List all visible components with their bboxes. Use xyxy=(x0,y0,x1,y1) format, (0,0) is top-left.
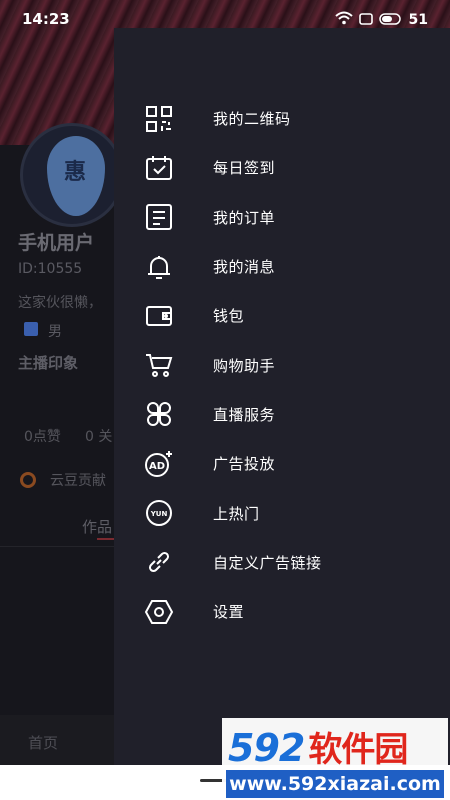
cart-icon xyxy=(144,350,174,380)
drawer-item-settings[interactable]: 设置 xyxy=(114,587,450,636)
likes-count: 0点赞 xyxy=(24,429,61,445)
status-bar: 14:23 51 xyxy=(0,0,450,36)
battery-icon xyxy=(378,10,403,29)
contribution-label: 云豆贡献 xyxy=(50,473,106,489)
settings-icon xyxy=(144,597,174,627)
profile-username: 手机用户 xyxy=(18,232,95,254)
drawer-item-custom-ad-link[interactable]: 自定义广告链接 xyxy=(114,538,450,587)
avatar-character: 惠 xyxy=(63,160,86,185)
tab-works[interactable]: 作品 xyxy=(82,516,112,537)
drawer-item-checkin[interactable]: 每日签到 xyxy=(114,143,450,192)
watermark-url-box: www.592xiazai.com xyxy=(226,770,444,798)
drawer-item-label: 广告投放 xyxy=(213,455,276,474)
qrcode-icon xyxy=(144,104,174,134)
gender-icon xyxy=(24,322,38,336)
link-icon xyxy=(144,547,174,577)
impression-title: 主播印象 xyxy=(18,354,79,372)
profile-signature: 这家伙很懒， xyxy=(18,295,102,311)
drawer-item-hot[interactable]: YUN 上热门 xyxy=(114,488,450,537)
drawer-item-ads[interactable]: AD 广告投放 xyxy=(114,439,450,488)
tab-works-indicator xyxy=(97,538,114,540)
watermark-url: www.592xiazai.com xyxy=(229,773,441,795)
drawer-item-label: 上热门 xyxy=(213,504,260,523)
clover-icon xyxy=(144,399,174,429)
drawer-item-orders[interactable]: 我的订单 xyxy=(114,193,450,242)
side-drawer: 我的二维码 每日签到 我的订单 我的消息 钱包 购物助手 直播服务 AD 广告投… xyxy=(114,28,450,765)
calendar-check-icon xyxy=(144,153,174,183)
status-icons: 51 xyxy=(334,10,428,29)
tab-home[interactable]: 首页 xyxy=(28,732,58,753)
drawer-item-label: 每日签到 xyxy=(213,159,276,178)
wallet-icon xyxy=(144,301,174,331)
watermark-name: 软件园 xyxy=(308,730,408,770)
drawer-item-wallet[interactable]: 钱包 xyxy=(114,291,450,340)
drawer-item-label: 直播服务 xyxy=(213,405,276,424)
drawer-menu-list: 我的二维码 每日签到 我的订单 我的消息 钱包 购物助手 直播服务 AD 广告投… xyxy=(114,94,450,636)
svg-text:AD: AD xyxy=(149,461,165,472)
follow-count: 0 关 xyxy=(85,429,113,445)
drawer-item-label: 钱包 xyxy=(213,307,245,326)
contribution-icon xyxy=(20,472,36,488)
drawer-item-label: 我的订单 xyxy=(213,208,276,227)
drawer-item-label: 我的二维码 xyxy=(213,110,291,129)
profile-user-id: ID:10555 xyxy=(18,261,83,277)
drawer-item-messages[interactable]: 我的消息 xyxy=(114,242,450,291)
battery-level: 51 xyxy=(408,11,428,28)
drawer-item-live-service[interactable]: 直播服务 xyxy=(114,390,450,439)
sim-icon xyxy=(358,10,373,29)
avatar[interactable]: 惠 xyxy=(20,123,124,227)
bell-icon xyxy=(144,252,174,282)
drawer-item-label: 设置 xyxy=(213,603,245,622)
svg-text:YUN: YUN xyxy=(150,510,168,518)
watermark-logo: 592 软件园 www.592xiazai.com xyxy=(222,718,448,800)
drawer-item-label: 我的消息 xyxy=(213,258,276,277)
status-time: 14:23 xyxy=(22,10,70,28)
watermark-title: 592 软件园 xyxy=(228,722,408,771)
watermark-number: 592 xyxy=(228,726,305,770)
wifi-icon xyxy=(334,10,353,29)
order-icon xyxy=(144,202,174,232)
drawer-item-qrcode[interactable]: 我的二维码 xyxy=(114,94,450,143)
drawer-item-label: 自定义广告链接 xyxy=(213,553,322,572)
yun-icon: YUN xyxy=(144,498,174,528)
drawer-item-label: 购物助手 xyxy=(213,356,276,375)
profile-gender: 男 xyxy=(48,324,62,340)
drawer-item-shopping[interactable]: 购物助手 xyxy=(114,340,450,389)
ad-icon: AD xyxy=(144,449,174,479)
